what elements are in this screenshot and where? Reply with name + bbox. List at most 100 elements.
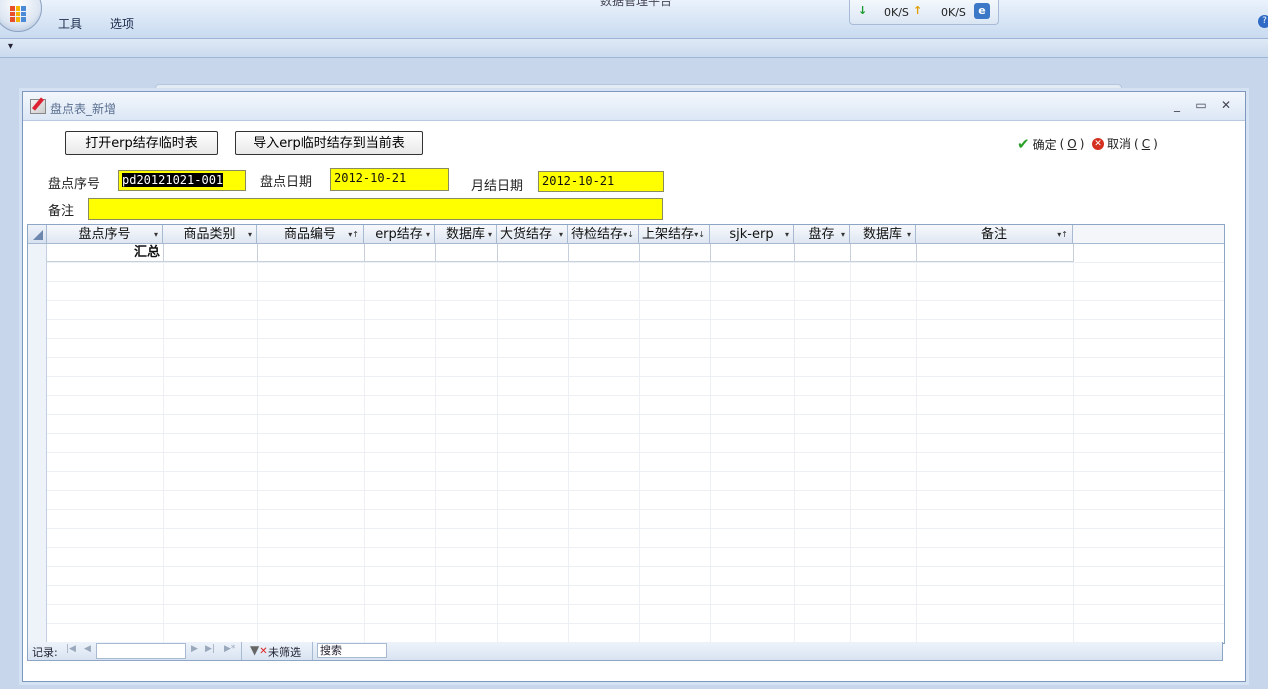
cancel-button[interactable]: ✕ 取消(C) (1092, 135, 1158, 152)
download-speed: 0K/S (884, 6, 909, 19)
grid-row-line (47, 471, 1224, 472)
office-button[interactable] (0, 0, 42, 32)
minimize-icon[interactable]: _ (1169, 98, 1185, 112)
browser-icon[interactable]: e (974, 3, 990, 19)
grid-row-line (47, 300, 1224, 301)
sort-filter-icon[interactable]: ▾↑ (1057, 225, 1068, 243)
app-ribbon: 数据管理平台 工具 选项 ↓ 0K/S ↑ 0K/S e ? (0, 0, 1268, 39)
nav-separator (312, 642, 313, 660)
import-erp-temp-button[interactable]: 导入erp临时结存到当前表 (235, 131, 423, 155)
filter-icon[interactable]: ▼✕ (250, 643, 268, 657)
grid-row-line (47, 395, 1224, 396)
record-navigation-bar: 记录: |◀ ◀ ▶ ▶| ▶* ▼✕ 未筛选 搜索 (27, 642, 1223, 661)
summary-column-line (568, 244, 569, 262)
grid-row-line (47, 433, 1224, 434)
customize-toolbar-icon[interactable]: ▾ (8, 41, 13, 52)
confirm-key: O (1067, 137, 1077, 151)
summary-column-line (163, 244, 164, 262)
upload-arrow-icon: ↑ (913, 4, 923, 17)
grid-column-line (568, 244, 569, 643)
summary-label: 汇总 (133, 245, 160, 260)
col-header[interactable]: erp结存 ▾ (364, 225, 435, 244)
col-header[interactable]: 上架结存 ▾↓ (639, 225, 710, 244)
grid-row-line (47, 547, 1224, 548)
filter-status[interactable]: 未筛选 (268, 644, 301, 660)
grid-row-line (47, 262, 1224, 263)
summary-column-line (435, 244, 436, 262)
remark-input[interactable] (88, 198, 663, 220)
col-header[interactable]: sjk-erp ▾ (710, 225, 794, 244)
dropdown-icon[interactable]: ▾ (841, 225, 845, 243)
grid-row-line (47, 585, 1224, 586)
maximize-icon[interactable]: ▭ (1193, 98, 1209, 112)
serial-input[interactable]: pd20121021-001 (118, 170, 246, 191)
confirm-button[interactable]: ✔ 确定(O) (1017, 135, 1084, 153)
dropdown-icon[interactable]: ▾ (248, 225, 252, 243)
col-header[interactable]: 盘存 ▾ (794, 225, 850, 244)
dropdown-icon[interactable]: ▾ (559, 225, 563, 243)
new-record-icon[interactable]: ▶* (224, 644, 235, 654)
cancel-label: 取消 (1107, 137, 1132, 151)
date-input[interactable]: 2012-10-21 (330, 168, 449, 191)
dropdown-icon[interactable]: ▾ (907, 225, 911, 243)
dropdown-icon[interactable]: ▾ (426, 225, 430, 243)
summary-column-line (257, 244, 258, 262)
next-record-icon[interactable]: ▶ (191, 644, 198, 654)
close-icon[interactable]: ✕ (1218, 98, 1234, 112)
menu-options[interactable]: 选项 (110, 15, 134, 32)
grid-column-line (850, 244, 851, 643)
open-erp-temp-button[interactable]: 打开erp结存临时表 (65, 131, 218, 155)
col-header[interactable]: 盘点序号 ▾ (47, 225, 163, 244)
summary-column-line (916, 244, 917, 262)
col-header[interactable]: 备注 ▾↑ (916, 225, 1073, 244)
office-logo-icon (10, 6, 26, 22)
first-record-icon[interactable]: |◀ (66, 644, 76, 654)
summary-column-line (497, 244, 498, 262)
col-header[interactable]: 大货结存 ▾ (497, 225, 568, 244)
record-label: 记录: (32, 646, 58, 659)
serial-label: 盘点序号 (48, 177, 101, 192)
col-header[interactable]: 商品类别 ▾ (163, 225, 257, 244)
sort-filter-icon[interactable]: ▾↓ (623, 225, 634, 243)
col-header[interactable]: 待检结存 ▾↓ (568, 225, 639, 244)
record-number-input[interactable] (96, 643, 186, 659)
month-end-input[interactable]: 2012-10-21 (538, 171, 664, 192)
network-speed-widget: ↓ 0K/S ↑ 0K/S e (849, 0, 999, 25)
app-title: 数据管理平台 (600, 0, 673, 8)
help-icon[interactable]: ? (1258, 15, 1268, 28)
grid-row-line (47, 357, 1224, 358)
grid-column-line (916, 244, 917, 643)
menu-tools[interactable]: 工具 (58, 15, 82, 32)
grid-column-line (794, 244, 795, 643)
sort-filter-icon[interactable]: ▾↑ (348, 225, 359, 243)
sort-filter-icon[interactable]: ▾↓ (694, 225, 705, 243)
grid-column-line (497, 244, 498, 643)
select-all-corner[interactable] (28, 225, 47, 244)
remark-label: 备注 (48, 204, 75, 219)
serial-value: pd20121021-001 (122, 173, 224, 187)
summary-row (47, 244, 1073, 262)
dropdown-icon[interactable]: ▾ (488, 225, 492, 243)
dropdown-icon[interactable]: ▾ (785, 225, 789, 243)
grid-column-line (1073, 244, 1074, 643)
grid-column-line (364, 244, 365, 643)
previous-record-icon[interactable]: ◀ (84, 644, 91, 654)
col-header[interactable]: 数据库 ▾ (435, 225, 497, 244)
grid-row-line (47, 604, 1224, 605)
inventory-grid[interactable]: 盘点序号 ▾ 商品类别 ▾ 商品编号 ▾↑ erp结存 ▾ 数据库 ▾ 大货结存 ▾ 待检结… (27, 224, 1225, 644)
search-input[interactable]: 搜索 (317, 643, 387, 658)
month-end-label: 月结日期 (471, 179, 524, 194)
col-header[interactable]: 数据库 ▾ (850, 225, 916, 244)
grid-row-line (47, 566, 1224, 567)
summary-column-line (710, 244, 711, 262)
col-header[interactable]: 商品编号 ▾↑ (257, 225, 364, 244)
quick-access-toolbar: ▾ (0, 39, 1268, 58)
inventory-dialog: 盘点表_新增 _ ▭ ✕ 打开erp结存临时表 导入erp临时结存到当前表 ✔ … (22, 91, 1246, 682)
confirm-label: 确定 (1032, 137, 1057, 152)
dropdown-icon[interactable]: ▾ (154, 225, 158, 243)
grid-row-line (47, 338, 1224, 339)
last-record-icon[interactable]: ▶| (205, 644, 215, 654)
grid-row-line (47, 281, 1224, 282)
grid-header-filler (1073, 225, 1224, 244)
row-selector-column[interactable] (28, 244, 47, 643)
